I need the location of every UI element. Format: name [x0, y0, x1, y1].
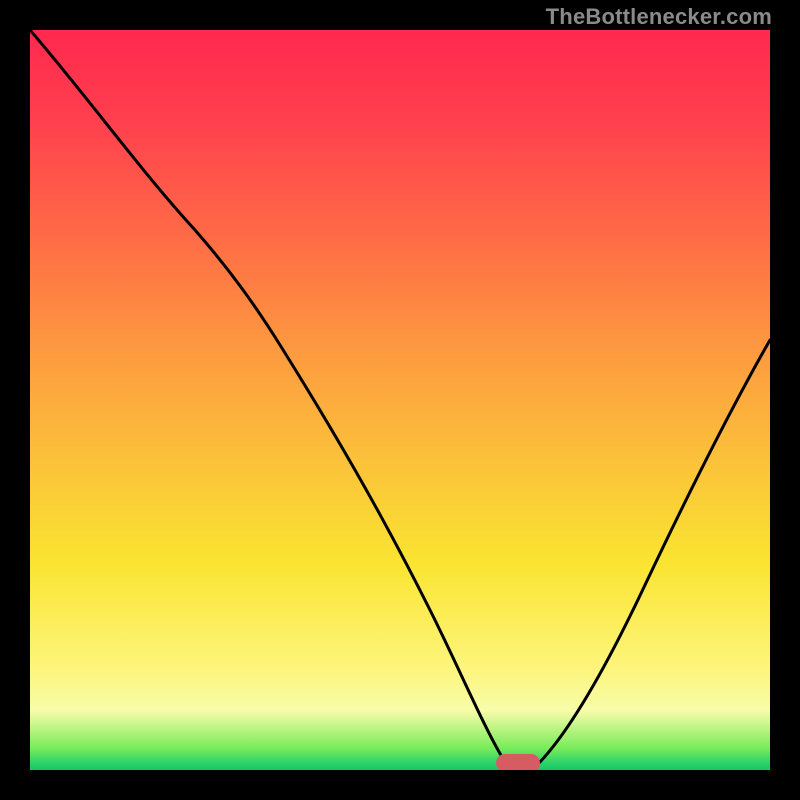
watermark-text: TheBottlenecker.com [546, 4, 772, 30]
bottleneck-curve [30, 30, 770, 770]
optimal-marker [496, 754, 540, 770]
chart-frame: TheBottlenecker.com [0, 0, 800, 800]
curve-path [30, 30, 770, 762]
plot-area [30, 30, 770, 770]
